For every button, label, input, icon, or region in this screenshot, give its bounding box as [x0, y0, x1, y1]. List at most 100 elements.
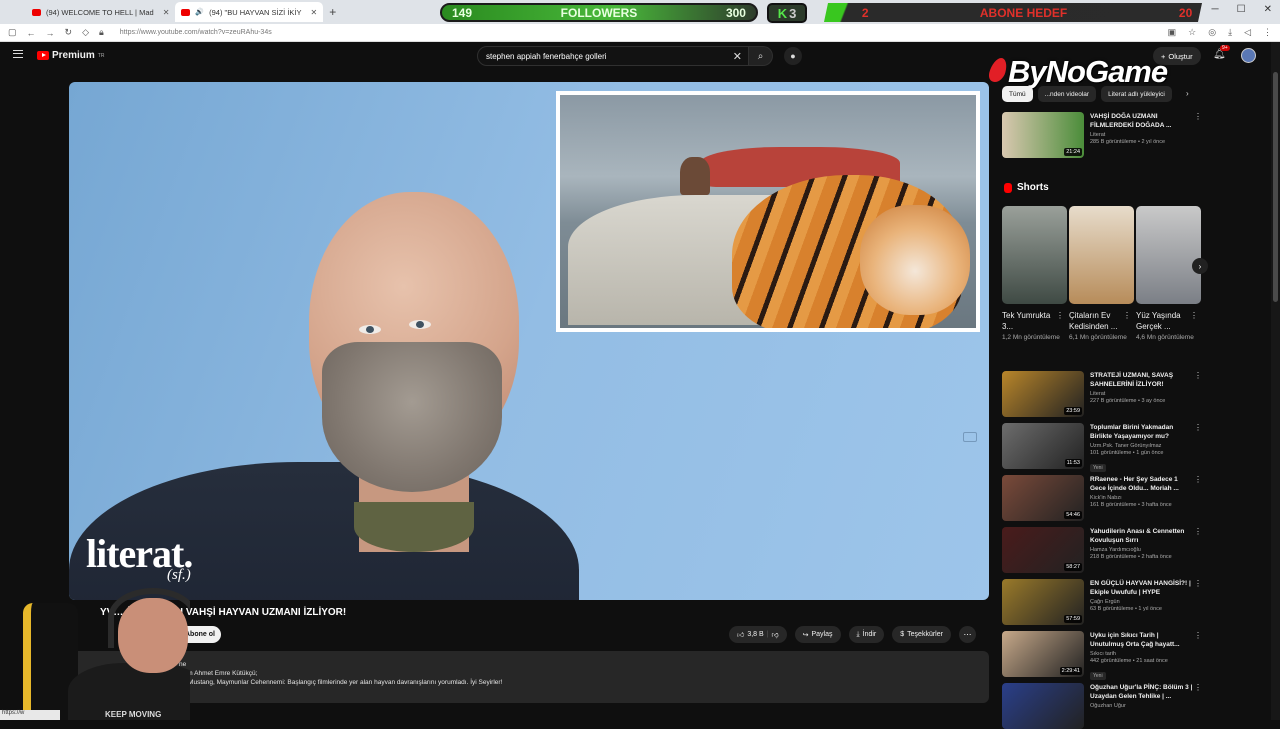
download-icon[interactable]: ⤓: [1228, 27, 1232, 38]
video-thumbnail[interactable]: 2:29:41: [1002, 631, 1084, 677]
lock-icon[interactable]: 🔒︎: [99, 27, 104, 38]
kebab-menu-icon[interactable]: ⋮: [1194, 371, 1202, 380]
browser-tab-1[interactable]: (94) WELCOME TO HELL | Mad ✕: [26, 2, 175, 22]
reload-icon[interactable]: ↻: [65, 27, 73, 38]
like-count[interactable]: 3,8 B: [747, 631, 763, 638]
short-thumbnail[interactable]: [1136, 206, 1201, 304]
channel-name[interactable]: Sıkıcı tarih: [1090, 651, 1194, 657]
short-title[interactable]: Çitaların Ev Kedisinden ...: [1069, 310, 1129, 332]
translate-icon[interactable]: ▣: [1168, 27, 1177, 38]
more-actions-icon[interactable]: ⋯: [958, 626, 976, 643]
video-title[interactable]: RRaenee - Her Şey Sadece 1 Gece İçinde O…: [1090, 475, 1194, 493]
related-video[interactable]: 57:59 EN GÜÇLÜ HAYVAN HANGİSİ?! | Ekiple …: [1002, 579, 1202, 625]
new-tab-button[interactable]: +: [329, 5, 336, 19]
related-video[interactable]: 11:53 Toplumlar Birini Yakmadan Birlikte …: [1002, 423, 1202, 474]
chip-uploader[interactable]: Literat adlı yükleyici: [1101, 86, 1172, 102]
channel-name[interactable]: Literat: [1090, 132, 1194, 138]
thumbs-down-icon[interactable]: 👎︎: [772, 630, 779, 639]
thanks-button[interactable]: $ Teşekkürler: [892, 626, 951, 643]
forward-icon[interactable]: →: [46, 28, 55, 38]
kebab-menu-icon[interactable]: ⋮: [1194, 683, 1202, 692]
video-thumbnail[interactable]: 11:53: [1002, 423, 1084, 469]
related-video[interactable]: Oğuzhan Uğur'la PİNÇ: Bölüm 3 | Uzaydan …: [1002, 683, 1202, 729]
related-video[interactable]: 23:59 STRATEJİ UZMANI, SAVAŞ SAHNELERİNİ …: [1002, 371, 1202, 417]
chevron-right-icon[interactable]: ›: [1186, 89, 1189, 98]
thumbs-up-icon[interactable]: 👍︎: [737, 630, 744, 639]
channel-name[interactable]: Kick'in Nabzı: [1090, 495, 1194, 501]
video-title[interactable]: Oğuzhan Uğur'la PİNÇ: Bölüm 3 | Uzaydan …: [1090, 683, 1194, 701]
clear-search-icon[interactable]: ✕: [733, 50, 742, 63]
video-thumbnail[interactable]: [1002, 683, 1084, 729]
volume-icon[interactable]: ◁: [1244, 27, 1251, 38]
related-video[interactable]: 2:29:41 Uyku için Sıkıcı Tarih | Unutulmu…: [1002, 631, 1202, 682]
kebab-menu-icon[interactable]: ⋮: [1194, 112, 1202, 121]
video-player[interactable]: literat. (sf.): [69, 82, 989, 600]
kebab-menu-icon[interactable]: ⋮: [1056, 311, 1064, 320]
related-video[interactable]: 54:46 RRaenee - Her Şey Sadece 1 Gece İçi…: [1002, 475, 1202, 521]
kebab-menu-icon[interactable]: ⋮: [1194, 423, 1202, 432]
url-field[interactable]: https://www.youtube.com/watch?v=zeuRAhu-…: [120, 29, 272, 36]
share-button[interactable]: ↪ Paylaş: [794, 626, 841, 643]
chip-all[interactable]: Tümü: [1002, 86, 1033, 102]
short-thumbnail[interactable]: [1069, 206, 1134, 304]
video-thumbnail[interactable]: 58:27: [1002, 527, 1084, 573]
video-title[interactable]: Toplumlar Birini Yakmadan Birlikte Yaşay…: [1090, 423, 1194, 441]
kebab-menu-icon[interactable]: ⋮: [1123, 311, 1131, 320]
channel-name[interactable]: Oğuzhan Uğur: [1090, 703, 1194, 709]
kebab-menu-icon[interactable]: ⋮: [1194, 527, 1202, 536]
presenter-eye: [409, 320, 431, 329]
download-icon: ⤓: [856, 630, 860, 638]
channel-name[interactable]: Hamza Yardımcıoğlu: [1090, 547, 1194, 553]
kebab-menu-icon[interactable]: ⋮: [1194, 631, 1202, 640]
related-video[interactable]: 58:27 Yahudilerin Anası & Cennetten Kovul…: [1002, 527, 1202, 573]
kebab-menu-icon[interactable]: ⋮: [1194, 579, 1202, 588]
notifications-button[interactable]: 🔔︎ 9+: [1213, 45, 1230, 60]
bookmark-star-icon[interactable]: ☆: [1188, 27, 1196, 38]
scrollbar-thumb[interactable]: [1273, 72, 1278, 302]
video-title[interactable]: Yahudilerin Anası & Cennetten Kovuluşun …: [1090, 527, 1194, 545]
duration: 11:53: [1064, 459, 1082, 467]
video-thumbnail[interactable]: 23:59: [1002, 371, 1084, 417]
close-window-icon[interactable]: ✕: [1264, 4, 1272, 15]
short-title[interactable]: Yüz Yaşında Gerçek ...: [1136, 310, 1196, 332]
video-title[interactable]: STRATEJİ UZMANI, SAVAŞ SAHNELERİNİ İZLİY…: [1090, 371, 1194, 389]
download-button[interactable]: ⤓ İndir: [848, 626, 885, 643]
minimize-icon[interactable]: ─: [1212, 4, 1219, 15]
video-title[interactable]: VAHŞİ DOĞA UZMANI FİLMLERDEKİ DOĞADA ...: [1090, 112, 1194, 130]
hamburger-menu-icon[interactable]: [13, 50, 23, 58]
youtube-logo[interactable]: Premium TR: [37, 50, 104, 61]
video-thumbnail[interactable]: 57:59: [1002, 579, 1084, 625]
video-title[interactable]: Uyku için Sıkıcı Tarih | Unutulmuş Orta …: [1090, 631, 1194, 649]
browser-tab-2[interactable]: 🔊 (94) "BU HAYVAN SİZİ İKİY ✕: [175, 2, 324, 22]
channel-name[interactable]: Literat: [1090, 391, 1194, 397]
short-thumbnail[interactable]: [1002, 206, 1067, 304]
channel-name[interactable]: Uzm.Psk. Taner Görünyılmaz: [1090, 443, 1194, 449]
info-card-icon[interactable]: [963, 432, 977, 442]
video-title[interactable]: EN GÜÇLÜ HAYVAN HANGİSİ?! | Ekiple Uwufu…: [1090, 579, 1194, 597]
back-icon[interactable]: ←: [27, 28, 36, 38]
account-avatar[interactable]: [1241, 48, 1256, 63]
maximize-icon[interactable]: ☐: [1237, 4, 1246, 15]
search-button[interactable]: ⌕: [749, 46, 773, 66]
kebab-menu-icon[interactable]: ⋮: [1194, 475, 1202, 484]
extension-icon[interactable]: ◎: [1208, 27, 1216, 38]
close-tab-icon[interactable]: ✕: [163, 8, 170, 17]
duration: 58:27: [1064, 563, 1082, 571]
channel-name[interactable]: Çağrı Ergün: [1090, 599, 1194, 605]
video-thumbnail[interactable]: 54:46: [1002, 475, 1084, 521]
sidebar-toggle-icon[interactable]: ▢: [8, 27, 17, 38]
search-input[interactable]: stephen appiah fenerbahçe golleri ✕: [477, 46, 749, 66]
voice-search-button[interactable]: ●: [784, 47, 802, 65]
shorts-next-button[interactable]: ›: [1192, 258, 1208, 274]
kebab-menu-icon[interactable]: ⋮: [1190, 311, 1198, 320]
menu-dots-icon[interactable]: ⋮: [1263, 27, 1272, 38]
address-bar-actions: ▣ ☆ ◎ ⤓ ◁ ⋮: [1168, 27, 1272, 38]
page-scrollbar[interactable]: [1271, 42, 1280, 720]
close-tab-icon[interactable]: ✕: [311, 8, 318, 17]
short-title[interactable]: Tek Yumrukta 3...: [1002, 310, 1062, 332]
video-thumbnail[interactable]: 21:24: [1002, 112, 1084, 158]
related-video[interactable]: 21:24 VAHŞİ DOĞA UZMANI FİLMLERDEKİ DOĞA…: [1002, 112, 1202, 158]
video-description[interactable]: ne ekim Ahmet Emre Kütükçü; he Mustang, …: [69, 651, 989, 703]
shield-icon[interactable]: ◇: [82, 27, 89, 38]
chip-channel[interactable]: ...nden videolar: [1037, 86, 1097, 102]
